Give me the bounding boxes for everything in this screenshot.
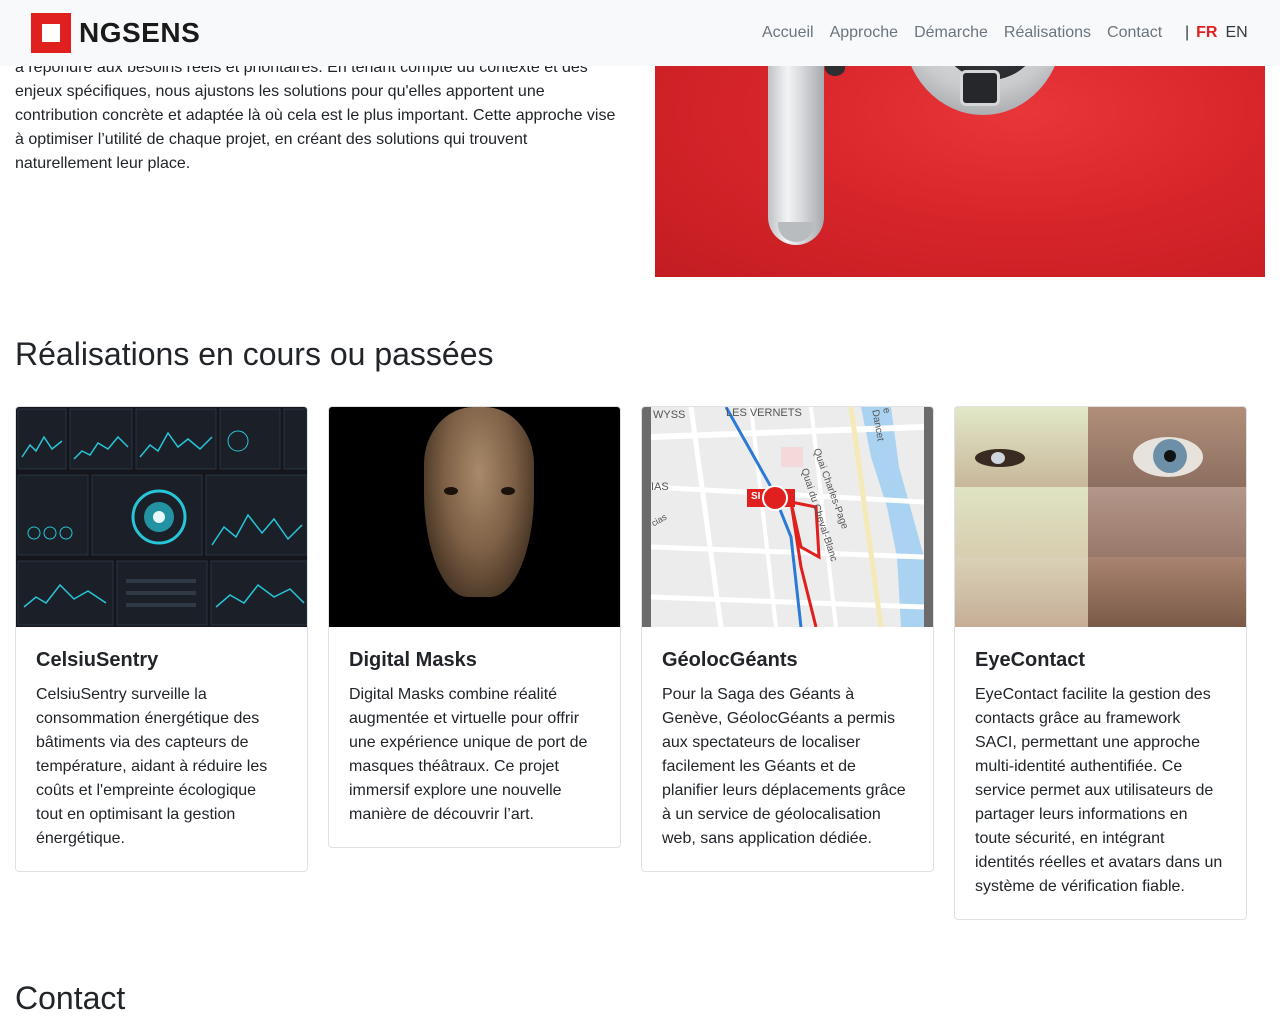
- map-label: IAS: [651, 481, 669, 493]
- map-label: WYSS: [653, 409, 686, 421]
- brand-logo[interactable]: NGSENS: [31, 13, 200, 53]
- intro-line: enjeux spécifiques, nous ajustons les so…: [15, 83, 545, 100]
- nav-link-contact[interactable]: Contact: [1107, 22, 1162, 44]
- map-label: LES VERNETS: [726, 407, 802, 419]
- nav-link-realisations[interactable]: Réalisations: [1004, 22, 1091, 44]
- card-text: Pour la Saga des Géants à Genève, Géoloc…: [662, 686, 906, 847]
- logo-icon: [31, 13, 71, 53]
- project-card-geolocgeants[interactable]: WYSS LES VERNETS IAS cias Quai Charles-P…: [641, 406, 934, 872]
- intro-line: naturellement leur place.: [15, 155, 191, 172]
- card-body: Digital Masks Digital Masks combine réal…: [329, 627, 620, 847]
- card-title: Digital Masks: [349, 649, 477, 671]
- card-body: CelsiuSentry CelsiuSentry surveille la c…: [16, 627, 307, 871]
- eye-left-iris: [991, 452, 1005, 464]
- card-text: EyeContact facilite la gestion des conta…: [975, 686, 1223, 895]
- main-nav: Accueil Approche Démarche Réalisations C…: [762, 22, 1178, 44]
- card-title: CelsiuSentry: [36, 649, 159, 671]
- dashboard-image: [16, 407, 307, 627]
- project-card-digital-masks[interactable]: Digital Masks Digital Masks combine réal…: [328, 406, 621, 848]
- realisations-title: Réalisations en cours ou passées: [15, 336, 494, 372]
- lang-fr[interactable]: FR: [1196, 22, 1217, 44]
- intro-line: contribution concrète et adaptée là où c…: [15, 107, 616, 124]
- nav-link-demarche[interactable]: Démarche: [914, 22, 988, 44]
- map-image: WYSS LES VERNETS IAS cias Quai Charles-P…: [642, 407, 933, 627]
- lock-knob-tab: [960, 70, 1000, 106]
- project-card-celsiusentry[interactable]: CelsiuSentry CelsiuSentry surveille la c…: [15, 406, 308, 872]
- lang-en[interactable]: EN: [1225, 22, 1247, 44]
- mask-eye-right: [501, 487, 515, 495]
- eye-right-pupil: [1164, 450, 1176, 462]
- navbar: NGSENS Accueil Approche Démarche Réalisa…: [0, 0, 1280, 66]
- tile: [1088, 487, 1246, 557]
- tile: [955, 407, 1088, 487]
- card-title: GéolocGéants: [662, 649, 798, 671]
- tile: [955, 557, 1088, 627]
- map-marker-label: SI: [751, 491, 761, 502]
- card-body: GéolocGéants Pour la Saga des Géants à G…: [642, 627, 933, 871]
- tile: [955, 487, 1088, 557]
- brand-name: NGSENS: [79, 17, 201, 48]
- tile: [1088, 557, 1246, 627]
- map-canvas: WYSS LES VERNETS IAS cias Quai Charles-P…: [651, 407, 924, 627]
- project-card-eyecontact[interactable]: EyeContact EyeContact facilite la gestio…: [954, 406, 1247, 920]
- card-text: Digital Masks combine réalité augmentée …: [349, 686, 588, 823]
- mask-eye-left: [444, 487, 458, 495]
- nav-link-approche[interactable]: Approche: [830, 22, 899, 44]
- intro-line: à optimiser l’utilité de chaque projet, …: [15, 131, 528, 148]
- language-switcher: | FR EN: [1185, 22, 1248, 44]
- contact-title: Contact: [15, 980, 126, 1016]
- nav-link-accueil[interactable]: Accueil: [762, 22, 814, 44]
- mask-shape: [424, 407, 534, 597]
- lang-separator: |: [1185, 24, 1190, 41]
- card-body: EyeContact EyeContact facilite la gestio…: [955, 627, 1246, 919]
- eyes-collage-image: [955, 407, 1246, 627]
- mask-image: [329, 407, 620, 627]
- card-title: EyeContact: [975, 649, 1086, 671]
- card-text: CelsiuSentry surveille la consommation é…: [36, 686, 268, 847]
- intro-paragraph: à répondre aux besoins réels et priorita…: [15, 56, 625, 176]
